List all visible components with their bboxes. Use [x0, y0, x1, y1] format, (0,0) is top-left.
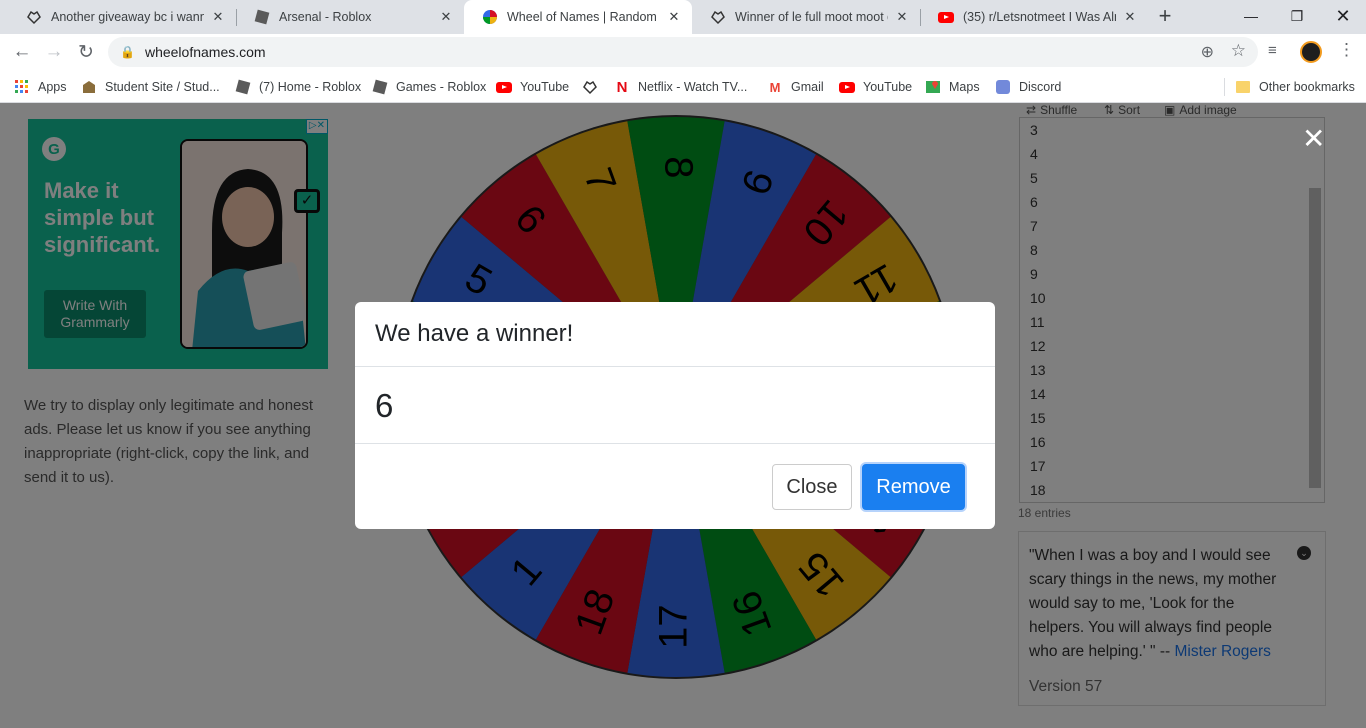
netflix-icon: N	[616, 78, 628, 96]
close-tab-icon[interactable]: ✕	[894, 9, 910, 25]
bookmark-student-site[interactable]: Student Site / Stud...	[81, 77, 220, 97]
browser-chrome: Another giveaway bc i wanna... ✕ Arsenal…	[0, 0, 1366, 103]
close-tab-icon[interactable]: ✕	[666, 9, 682, 25]
new-tab-button[interactable]: +	[1152, 4, 1178, 30]
maps-icon	[925, 79, 941, 95]
menu-icon[interactable]: ⋮	[1338, 40, 1355, 60]
forward-button[interactable]: →	[40, 38, 68, 66]
bookmark-apps[interactable]: Apps	[14, 77, 67, 97]
heart-outline-icon	[26, 9, 42, 25]
tab-giveaway[interactable]: Another giveaway bc i wanna... ✕	[8, 0, 236, 34]
apps-grid-icon	[14, 79, 30, 95]
bookmark-netflix[interactable]: N Netflix - Watch TV...	[614, 77, 748, 97]
dialog-title: We have a winner!	[355, 302, 995, 367]
school-icon	[81, 79, 97, 95]
discord-icon	[995, 79, 1011, 95]
bookmark-heart[interactable]	[582, 77, 606, 97]
avatar[interactable]	[1300, 41, 1322, 63]
bookmark-youtube-2[interactable]: YouTube	[839, 77, 912, 97]
winner-name: 6	[355, 367, 995, 444]
bookmark-roblox-home[interactable]: (7) Home - Roblox	[235, 77, 361, 97]
bookmarks-bar: Apps Student Site / Stud... (7) Home - R…	[0, 70, 1366, 103]
overlay-close-icon[interactable]: ✕	[1302, 125, 1325, 153]
tab-arsenal[interactable]: Arsenal - Roblox ✕	[236, 0, 464, 34]
heart-outline-icon	[710, 9, 726, 25]
close-button[interactable]: Close	[772, 464, 852, 510]
bookmark-roblox-games[interactable]: Games - Roblox	[372, 77, 486, 97]
bookmark-discord[interactable]: Discord	[995, 77, 1061, 97]
reload-button[interactable]: ↻	[72, 38, 100, 66]
tab-winner[interactable]: Winner of le full moot moot giveaway ✕	[692, 0, 920, 34]
youtube-icon	[938, 9, 954, 25]
address-bar[interactable]: 🔒 wheelofnames.com ⊕ ☆	[108, 37, 1258, 67]
roblox-icon	[372, 79, 388, 95]
lock-icon: 🔒	[120, 45, 135, 59]
tab-youtube[interactable]: (35) r/Letsnotmeet I Was Almost... ✕	[920, 0, 1148, 34]
youtube-icon	[839, 79, 855, 95]
close-tab-icon[interactable]: ✕	[1122, 9, 1138, 25]
toolbar: ← → ↻ 🔒 wheelofnames.com ⊕ ☆ ≡ ⋮	[0, 34, 1366, 70]
heart-outline-icon	[582, 79, 598, 95]
close-tab-icon[interactable]: ✕	[438, 9, 454, 25]
bookmark-youtube[interactable]: YouTube	[496, 77, 569, 97]
close-tab-icon[interactable]: ✕	[210, 9, 226, 25]
bookmark-other[interactable]: Other bookmarks	[1235, 77, 1355, 97]
star-icon[interactable]: ☆	[1231, 41, 1246, 61]
install-icon[interactable]: ⊕	[1201, 42, 1214, 62]
youtube-icon	[496, 79, 512, 95]
roblox-icon	[235, 79, 251, 95]
dialog-footer: Close Remove	[355, 444, 995, 529]
winner-dialog: We have a winner! 6 Close Remove	[355, 302, 995, 529]
bookmark-gmail[interactable]: M Gmail	[767, 77, 824, 97]
tab-strip: Another giveaway bc i wanna... ✕ Arsenal…	[0, 0, 1366, 34]
bookmark-maps[interactable]: Maps	[925, 77, 980, 97]
back-button[interactable]: ←	[8, 38, 36, 66]
window-close-button[interactable]: ✕	[1320, 0, 1366, 32]
gmail-icon: M	[769, 79, 781, 95]
minimize-button[interactable]: —	[1228, 0, 1274, 32]
folder-icon	[1235, 79, 1251, 95]
media-icon[interactable]: ≡	[1268, 42, 1277, 59]
restore-button[interactable]: ❐	[1274, 0, 1320, 32]
roblox-icon	[254, 9, 270, 25]
tab-wheel-of-names[interactable]: Wheel of Names | Random name picker ✕	[464, 0, 692, 34]
wheel-icon	[482, 9, 498, 25]
remove-button[interactable]: Remove	[862, 464, 965, 510]
